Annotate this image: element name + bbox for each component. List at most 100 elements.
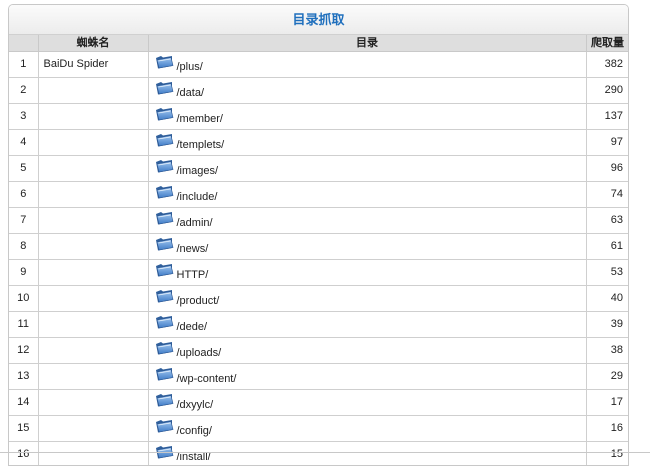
row-index: 8 xyxy=(9,234,38,260)
crawl-count-text: 61 xyxy=(611,240,623,252)
row-spider-name xyxy=(38,182,148,208)
row-index: 4 xyxy=(9,130,38,156)
row-index: 2 xyxy=(9,78,38,104)
crawl-count-text: 290 xyxy=(605,84,623,96)
row-index-text: 8 xyxy=(20,240,26,252)
row-index-text: 10 xyxy=(17,292,29,304)
row-spider-name xyxy=(38,286,148,312)
directory-entry[interactable]: /dxyylc/ xyxy=(155,393,214,411)
directory-path: /images/ xyxy=(177,159,219,177)
header-directory: 目录 xyxy=(148,35,586,52)
table-row: 15 /co xyxy=(9,416,628,442)
crawl-count-text: 96 xyxy=(611,162,623,174)
directory-path: /dxyylc/ xyxy=(177,393,214,411)
row-crawl-count: 290 xyxy=(586,78,628,104)
directory-entry[interactable]: /templets/ xyxy=(155,133,225,151)
directory-path: /include/ xyxy=(177,185,218,203)
row-index: 15 xyxy=(9,416,38,442)
table-row: 6 /inc xyxy=(9,182,628,208)
crawl-count-text: 16 xyxy=(611,422,623,434)
table-row: 9 HTTP xyxy=(9,260,628,286)
directory-entry[interactable]: /config/ xyxy=(155,419,212,437)
directory-entry[interactable]: /wp-content/ xyxy=(155,367,237,385)
directory-path: /config/ xyxy=(177,419,212,437)
row-spider-name xyxy=(38,78,148,104)
folder-icon xyxy=(155,133,174,147)
directory-entry[interactable]: /product/ xyxy=(155,289,220,307)
folder-icon xyxy=(155,211,174,225)
folder-icon xyxy=(155,341,174,355)
row-crawl-count: 38 xyxy=(586,338,628,364)
row-spider-name: BaiDu Spider xyxy=(38,52,148,78)
table-row: 12 /up xyxy=(9,338,628,364)
row-spider-name xyxy=(38,208,148,234)
folder-icon xyxy=(155,315,174,329)
table-row: 7 /adm xyxy=(9,208,628,234)
crawl-count-text: 38 xyxy=(611,344,623,356)
row-index: 12 xyxy=(9,338,38,364)
directory-path: /news/ xyxy=(177,237,209,255)
directory-path: /member/ xyxy=(177,107,223,125)
row-directory: /member/ xyxy=(148,104,586,130)
folder-icon xyxy=(155,237,174,251)
header-spider-name: 蜘蛛名 xyxy=(38,35,148,52)
directory-entry[interactable]: /uploads/ xyxy=(155,341,222,359)
directory-entry[interactable]: /dede/ xyxy=(155,315,208,333)
row-crawl-count: 96 xyxy=(586,156,628,182)
directory-entry[interactable]: /install/ xyxy=(155,445,211,463)
directory-entry[interactable]: /images/ xyxy=(155,159,219,177)
table-row: 3 /mem xyxy=(9,104,628,130)
folder-icon xyxy=(155,55,174,69)
table-body: 1 BaiDu Spider xyxy=(9,52,628,466)
row-directory: /uploads/ xyxy=(148,338,586,364)
crawl-count-text: 63 xyxy=(611,214,623,226)
crawl-count-text: 53 xyxy=(611,266,623,278)
folder-icon xyxy=(155,107,174,121)
table-row: 4 /tem xyxy=(9,130,628,156)
crawl-count-text: 137 xyxy=(605,110,623,122)
directory-entry[interactable]: /admin/ xyxy=(155,211,213,229)
directory-entry[interactable]: /news/ xyxy=(155,237,209,255)
table-row: 5 /ima xyxy=(9,156,628,182)
row-index-text: 7 xyxy=(20,214,26,226)
directory-path: /plus/ xyxy=(177,55,203,73)
row-crawl-count: 16 xyxy=(586,416,628,442)
row-index: 14 xyxy=(9,390,38,416)
directory-path: /install/ xyxy=(177,445,211,463)
directory-entry[interactable]: /data/ xyxy=(155,81,205,99)
directory-entry[interactable]: /include/ xyxy=(155,185,218,203)
row-index-text: 9 xyxy=(20,266,26,278)
row-index: 13 xyxy=(9,364,38,390)
row-index: 9 xyxy=(9,260,38,286)
table-row: 2 /dat xyxy=(9,78,628,104)
row-directory: /include/ xyxy=(148,182,586,208)
crawl-count-text: 17 xyxy=(611,396,623,408)
directory-entry[interactable]: /plus/ xyxy=(155,55,203,73)
row-spider-name xyxy=(38,104,148,130)
row-crawl-count: 15 xyxy=(586,442,628,466)
directory-entry[interactable]: /member/ xyxy=(155,107,223,125)
row-index-text: 11 xyxy=(18,318,29,330)
table-row: 11 /de xyxy=(9,312,628,338)
table-row: 13 /wp xyxy=(9,364,628,390)
directory-crawl-table: 蜘蛛名 目录 爬取量 1 BaiDu Spider xyxy=(9,35,628,466)
row-spider-name xyxy=(38,416,148,442)
row-index-text: 4 xyxy=(20,136,26,148)
row-index-text: 2 xyxy=(20,84,26,96)
folder-icon xyxy=(155,159,174,173)
folder-icon xyxy=(155,81,174,95)
row-directory: /images/ xyxy=(148,156,586,182)
table-header-row: 蜘蛛名 目录 爬取量 xyxy=(9,35,628,52)
row-directory: /plus/ xyxy=(148,52,586,78)
row-spider-name xyxy=(38,312,148,338)
row-directory: /product/ xyxy=(148,286,586,312)
row-index: 1 xyxy=(9,52,38,78)
directory-entry[interactable]: HTTP/ xyxy=(155,263,209,281)
row-index: 11 xyxy=(9,312,38,338)
folder-icon xyxy=(155,263,174,277)
row-directory: /config/ xyxy=(148,416,586,442)
directory-path: HTTP/ xyxy=(177,263,209,281)
header-crawl-count: 爬取量 xyxy=(586,35,628,52)
folder-icon xyxy=(155,419,174,433)
row-crawl-count: 97 xyxy=(586,130,628,156)
